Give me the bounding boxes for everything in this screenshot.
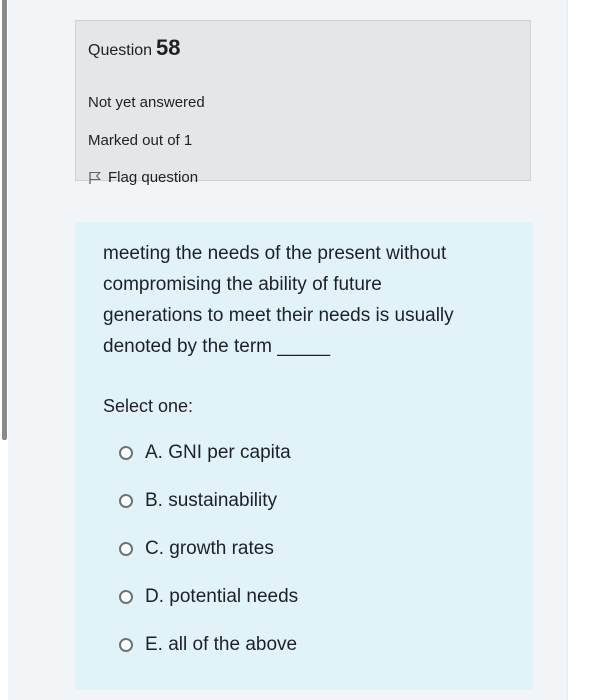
answer-option-e[interactable]: E. all of the above <box>119 621 298 669</box>
question-text: meeting the needs of the present without… <box>103 238 508 362</box>
option-label: all of the above <box>168 634 298 655</box>
scrollbar-thumb[interactable] <box>2 0 7 440</box>
question-number-value: 58 <box>156 35 181 60</box>
option-label: growth rates <box>169 538 274 559</box>
radio-icon[interactable] <box>119 542 133 556</box>
answer-option-d[interactable]: D. potential needs <box>119 573 298 621</box>
answer-option-b[interactable]: B. sustainability <box>119 477 298 525</box>
radio-icon[interactable] <box>119 638 133 652</box>
radio-icon[interactable] <box>119 590 133 604</box>
right-rail <box>566 0 608 700</box>
answer-option-a[interactable]: A. GNI per capita <box>119 429 298 477</box>
left-rail <box>0 0 8 700</box>
flag-icon <box>89 171 101 184</box>
question-text-line: compromising the ability of future <box>103 274 382 295</box>
option-label: GNI per capita <box>168 442 291 463</box>
question-text-line: denoted by the term _____ <box>103 336 331 357</box>
answer-option-c[interactable]: C. growth rates <box>119 525 298 573</box>
radio-icon[interactable] <box>119 446 133 460</box>
flag-question-label: Flag question <box>108 169 199 186</box>
question-grade: Marked out of 1 <box>88 132 193 149</box>
option-letter: A. <box>145 442 163 463</box>
question-text-line: meeting the needs of the present without <box>103 243 447 264</box>
option-letter: C. <box>145 538 164 559</box>
main-content: Question 58 Not yet answered Marked out o… <box>8 0 566 700</box>
question-number: Question 58 <box>88 35 181 61</box>
question-state: Not yet answered <box>88 94 205 111</box>
select-one-prompt: Select one: <box>103 396 194 416</box>
question-formulation: meeting the needs of the present without… <box>75 222 533 690</box>
radio-icon[interactable] <box>119 494 133 508</box>
question-info-box: Question 58 Not yet answered Marked out o… <box>75 20 531 186</box>
right-divider <box>566 0 568 700</box>
option-letter: E. <box>145 634 163 655</box>
option-label: sustainability <box>168 490 278 511</box>
flag-question-link[interactable]: Flag question <box>88 169 198 186</box>
option-letter: B. <box>145 490 163 511</box>
option-letter: D. <box>145 586 164 607</box>
option-label: potential needs <box>169 586 299 607</box>
answer-options: A. GNI per capita B. sustainability C. g… <box>119 429 298 669</box>
question-label: Question <box>88 42 153 59</box>
question-text-line: generations to meet their needs is usual… <box>103 305 454 326</box>
